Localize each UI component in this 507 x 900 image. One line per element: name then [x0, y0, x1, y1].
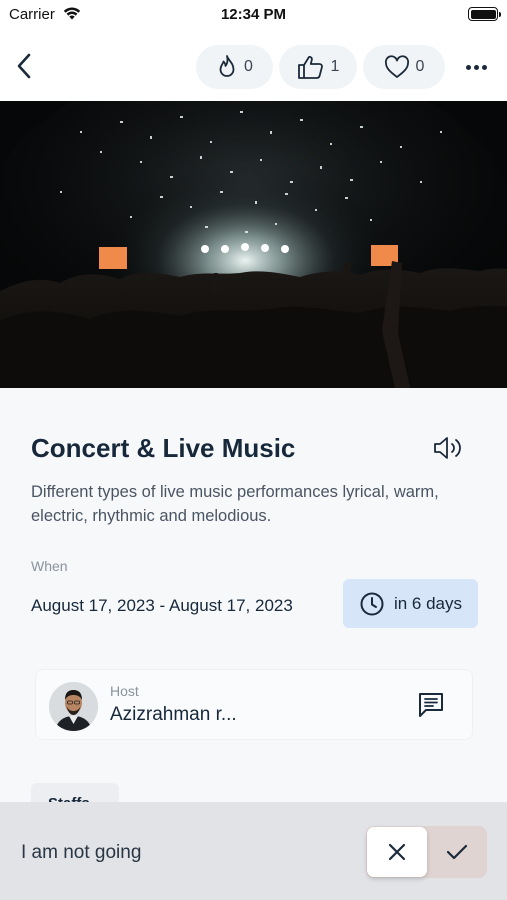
like-count: 1	[330, 58, 340, 75]
countdown-badge: in 6 days	[343, 579, 478, 628]
read-aloud-button[interactable]	[432, 434, 466, 462]
fire-reaction-button[interactable]: 0	[196, 45, 273, 89]
heart-count: 0	[415, 58, 425, 75]
chevron-left-icon	[17, 53, 31, 79]
fire-icon	[219, 55, 235, 77]
host-card[interactable]: Host Azizrahman r...	[35, 669, 473, 740]
event-hero-image	[0, 101, 507, 388]
more-options-button[interactable]	[462, 55, 490, 79]
rsvp-status-text: I am not going	[21, 842, 142, 863]
clock-time: 12:34 PM	[220, 6, 287, 23]
host-label: Host	[110, 683, 139, 699]
event-title: Concert & Live Music	[31, 433, 296, 463]
close-icon	[388, 843, 406, 861]
thumbs-up-icon	[297, 55, 323, 79]
when-label: When	[31, 558, 68, 574]
clock-icon	[360, 592, 384, 615]
back-button[interactable]	[10, 50, 38, 82]
rsvp-bar: I am not going	[0, 802, 507, 900]
rsvp-toggle	[366, 826, 487, 878]
host-avatar	[49, 682, 98, 731]
concert-crowd-confetti-photo	[0, 101, 507, 388]
battery-icon	[468, 7, 501, 21]
event-description: Different types of live music performanc…	[31, 483, 439, 525]
status-bar: Carrier 12:34 PM	[0, 0, 507, 30]
fire-count: 0	[244, 58, 253, 75]
chat-icon	[419, 693, 443, 717]
message-host-button[interactable]	[416, 690, 446, 720]
host-name: Azizrahman r...	[110, 704, 237, 725]
countdown-text: in 6 days	[393, 593, 463, 613]
heart-reaction-button[interactable]: 0	[363, 45, 445, 89]
check-icon	[446, 844, 468, 860]
more-horizontal-icon	[465, 64, 471, 70]
top-navigation: 0 1 0	[0, 30, 507, 101]
going-button[interactable]	[427, 826, 487, 878]
heart-icon	[384, 55, 409, 78]
like-reaction-button[interactable]: 1	[279, 45, 357, 89]
not-going-button[interactable]	[367, 827, 427, 877]
speaker-icon	[434, 437, 461, 459]
event-date-range: August 17, 2023 - August 17, 2023	[31, 596, 293, 615]
